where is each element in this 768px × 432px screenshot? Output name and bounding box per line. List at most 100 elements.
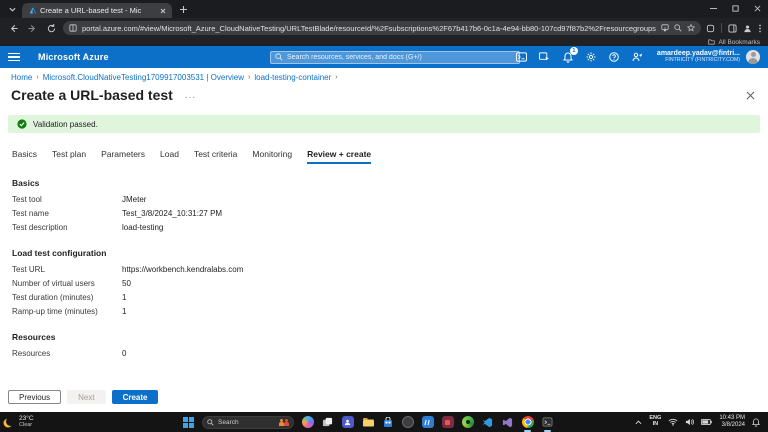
tab-title: Create a URL-based test - Mic [40,6,156,15]
row-value: https://workbench.kendralabs.com [122,265,243,274]
system-tray: ENG IN 10:43 PM 3/8/2024 [618,415,768,429]
microsoft-store-icon[interactable] [381,416,394,429]
row-label: Ramp-up time (minutes) [12,307,122,316]
row-value: 1 [122,293,126,302]
window-maximize-button[interactable] [724,0,746,16]
detail-row: Test duration (minutes) 1 [0,290,768,304]
all-bookmarks-label[interactable]: All Bookmarks [718,39,760,46]
tab-basics[interactable]: Basics [12,149,37,164]
back-icon[interactable] [6,21,20,35]
breadcrumb-container[interactable]: load-testing-container [254,73,331,82]
search-icon [275,53,283,61]
section-heading-resources: Resources [0,318,768,346]
cloud-shell-icon[interactable] [516,51,528,63]
feedback-icon[interactable] [631,51,643,63]
language-indicator[interactable]: ENG IN [649,416,661,428]
app-red-icon[interactable] [441,416,454,429]
battery-icon[interactable] [701,419,712,425]
address-bar[interactable]: portal.azure.com/#view/Microsoft_Azure_C… [63,21,701,35]
vscode-icon[interactable] [481,416,494,429]
tray-chevron-icon[interactable] [635,420,642,425]
reload-icon[interactable] [44,21,58,35]
create-button[interactable]: Create [112,390,159,404]
tab-parameters[interactable]: Parameters [101,149,145,164]
detail-row: Test tool JMeter [0,192,768,206]
taskbar-center: Search [182,416,554,429]
azure-search-box[interactable] [270,51,520,64]
wizard-tabs: Basics Test plan Parameters Load Test cr… [0,133,768,164]
avatar[interactable] [746,50,760,64]
account-info[interactable]: amardeep.yadav@fintri... FINTRICITY (FIN… [657,50,740,64]
screen: Create a URL-based test - Mic [0,0,768,432]
tab-search-chevron-icon[interactable] [4,2,20,16]
weather-desc: Clear [19,423,34,429]
taskbar-clock[interactable]: 10:43 PM 3/8/2024 [719,415,745,429]
language-line2: IN [649,422,661,428]
visual-studio-icon[interactable] [501,416,514,429]
site-info-icon[interactable] [69,24,77,32]
bookmarks-bar: All Bookmarks [0,38,768,46]
tab-test-criteria[interactable]: Test criteria [194,149,237,164]
windows-start-icon[interactable] [182,416,195,429]
breadcrumb: Home › Microsoft.CloudNativeTesting17099… [0,68,768,82]
terminal-active-indicator [544,430,551,432]
row-label: Resources [12,349,122,358]
zoom-icon[interactable] [674,24,682,32]
taskbar-weather-widget[interactable]: 23°C Clear [0,416,150,429]
notification-badge: 1 [570,47,578,55]
copilot-icon[interactable] [301,416,314,429]
blade-close-icon[interactable] [744,89,756,101]
side-panel-icon[interactable] [728,24,737,33]
tab-test-plan[interactable]: Test plan [52,149,86,164]
row-value: Test_3/8/2024_10:31:27 PM [122,209,222,218]
row-label: Test tool [12,195,122,204]
chrome-active-indicator [524,430,531,432]
detail-row: Number of virtual users 50 [0,276,768,290]
settings-gear-icon[interactable] [585,51,597,63]
save-page-icon[interactable] [661,24,669,32]
azure-search-input[interactable] [287,54,515,61]
new-tab-button[interactable] [176,2,190,16]
window-minimize-button[interactable] [702,0,724,16]
tab-monitoring[interactable]: Monitoring [252,149,292,164]
help-icon[interactable] [608,51,620,63]
devops-icon[interactable] [421,416,434,429]
breadcrumb-home[interactable]: Home [11,73,32,82]
tab-close-icon[interactable] [160,8,166,14]
tab-load[interactable]: Load [160,149,179,164]
azure-brand[interactable]: Microsoft Azure [38,52,109,62]
browser-menu-icon[interactable] [758,24,762,33]
tab-review-create[interactable]: Review + create [307,149,371,164]
directory-filter-icon[interactable] [539,51,551,63]
breadcrumb-separator: › [36,74,38,81]
bookmark-star-icon[interactable] [687,24,695,32]
page-title: Create a URL-based test [11,87,173,103]
hamburger-menu-icon[interactable] [8,53,20,62]
forward-icon[interactable] [25,21,39,35]
github-desktop-icon[interactable] [401,416,414,429]
teams-icon[interactable] [341,416,354,429]
task-view-icon[interactable] [321,416,334,429]
row-label: Number of virtual users [12,279,122,288]
notification-center-icon[interactable] [752,418,760,427]
app-green-icon[interactable] [461,416,474,429]
notifications-bell-icon[interactable]: 1 [562,51,574,63]
next-button[interactable]: Next [67,390,105,404]
taskbar-search[interactable]: Search [202,416,294,429]
extensions-icon[interactable] [706,24,715,33]
blade-content: Home › Microsoft.CloudNativeTesting17099… [0,68,768,412]
browser-tab-active[interactable]: Create a URL-based test - Mic [22,3,172,18]
terminal-icon[interactable] [541,416,554,429]
wifi-icon[interactable] [668,418,678,426]
volume-icon[interactable] [685,418,694,426]
validation-message: Validation passed. [33,120,98,129]
browser-profile-icon[interactable] [743,24,752,33]
previous-button[interactable]: Previous [8,390,61,404]
window-close-button[interactable] [746,0,768,16]
file-explorer-icon[interactable] [361,416,374,429]
breadcrumb-resource[interactable]: Microsoft.CloudNativeTesting170991700353… [43,73,244,82]
moon-weather-icon [6,417,15,426]
title-context-menu[interactable]: ... [185,90,196,101]
chrome-icon[interactable] [521,416,534,429]
validation-banner: Validation passed. [8,115,760,133]
